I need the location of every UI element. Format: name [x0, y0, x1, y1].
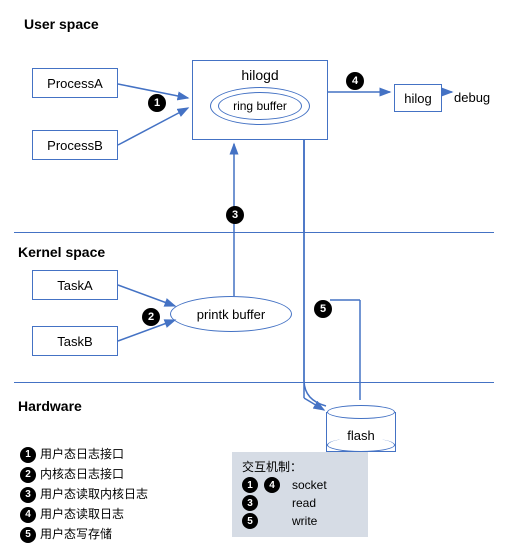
divider-1	[14, 232, 494, 233]
legend-num-1: 1	[242, 477, 258, 493]
hilogd-box: hilogd ring buffer	[192, 60, 328, 140]
legend-box: 交互机制： 1 4 socket 3 read 5 write	[232, 452, 368, 537]
note-num-4: 4	[20, 507, 36, 523]
legend-title: 交互机制：	[242, 458, 358, 475]
cylinder-top	[327, 405, 395, 419]
divider-2	[14, 382, 494, 383]
step-4: 4	[346, 72, 364, 90]
step-5: 5	[314, 300, 332, 318]
process-a-box: ProcessA	[32, 68, 118, 98]
flash-cylinder: flash	[326, 412, 396, 452]
printk-buffer: printk buffer	[170, 296, 292, 332]
note-num-2: 2	[20, 467, 36, 483]
hardware-title: Hardware	[18, 398, 82, 414]
hilogd-label: hilogd	[241, 67, 278, 83]
legend-row-2: 5 write	[242, 513, 358, 529]
process-b-box: ProcessB	[32, 130, 118, 160]
step-1: 1	[148, 94, 166, 112]
note-num-5: 5	[20, 527, 36, 543]
note-1: 用户态日志接口	[40, 447, 124, 461]
ring-buffer-label: ring buffer	[218, 92, 302, 120]
kernel-space-title: Kernel space	[18, 244, 105, 260]
debug-label: debug	[454, 90, 490, 105]
note-3: 用户态读取内核日志	[40, 487, 148, 501]
flash-label: flash	[327, 428, 395, 443]
task-a-box: TaskA	[32, 270, 118, 300]
task-b-box: TaskB	[32, 326, 118, 356]
step-2: 2	[142, 308, 160, 326]
notes-list: 1 用户态日志接口 2 内核态日志接口 3 用户态读取内核日志 4 用户态读取日志 5用…	[20, 444, 148, 544]
legend-num-5: 5	[242, 513, 258, 529]
note-4: 用户态读取日志	[40, 507, 124, 521]
legend-num-4: 4	[264, 477, 280, 493]
user-space-title: User space	[24, 16, 99, 32]
legend-label-0: socket	[292, 478, 327, 492]
note-2: 内核态日志接口	[40, 467, 124, 481]
legend-label-2: write	[292, 514, 317, 528]
note-5: 用户态写存储	[40, 527, 112, 541]
legend-num-3: 3	[242, 495, 258, 511]
legend-label-1: read	[292, 496, 316, 510]
note-num-3: 3	[20, 487, 36, 503]
note-num-1: 1	[20, 447, 36, 463]
step-3: 3	[226, 206, 244, 224]
hilog-box: hilog	[394, 84, 442, 112]
legend-row-0: 1 4 socket	[242, 477, 358, 493]
legend-row-1: 3 read	[242, 495, 358, 511]
